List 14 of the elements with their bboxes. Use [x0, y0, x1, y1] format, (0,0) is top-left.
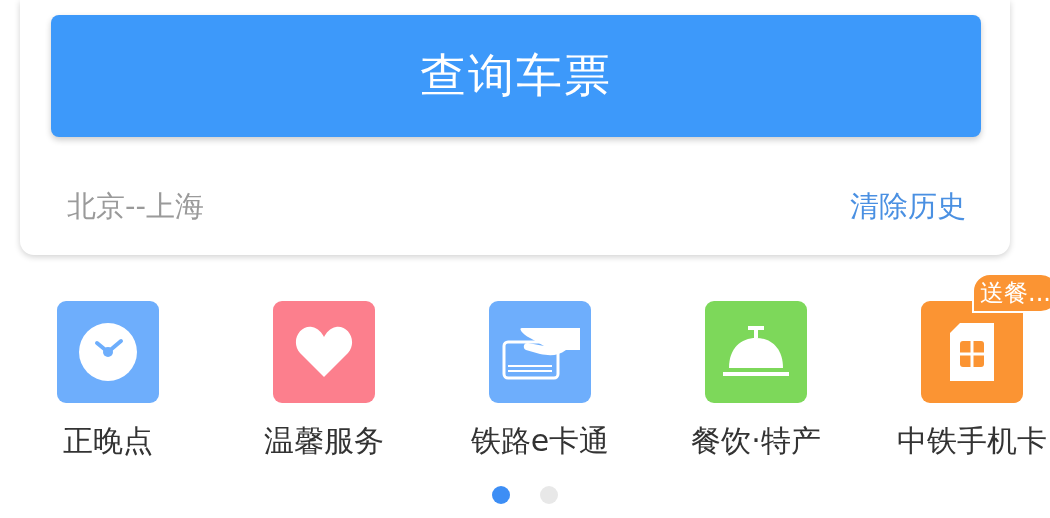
service-label[interactable]: 温馨服务	[264, 421, 384, 462]
page-dot[interactable]	[492, 486, 510, 504]
service-tile[interactable]	[705, 301, 807, 403]
sim-card-icon	[950, 323, 994, 381]
service-label[interactable]: 正晚点	[63, 421, 153, 462]
service-tile[interactable]	[57, 301, 159, 403]
clock-icon	[77, 321, 139, 383]
service-label[interactable]: 中铁手机卡	[897, 421, 1047, 462]
service-label[interactable]: 餐饮·特产	[691, 421, 821, 462]
heart-icon	[294, 325, 354, 379]
service-tile[interactable]	[489, 301, 591, 403]
service-label[interactable]: 铁路e卡通	[470, 421, 610, 462]
service-tile[interactable]	[273, 301, 375, 403]
promo-badge: 送餐...	[972, 273, 1050, 313]
